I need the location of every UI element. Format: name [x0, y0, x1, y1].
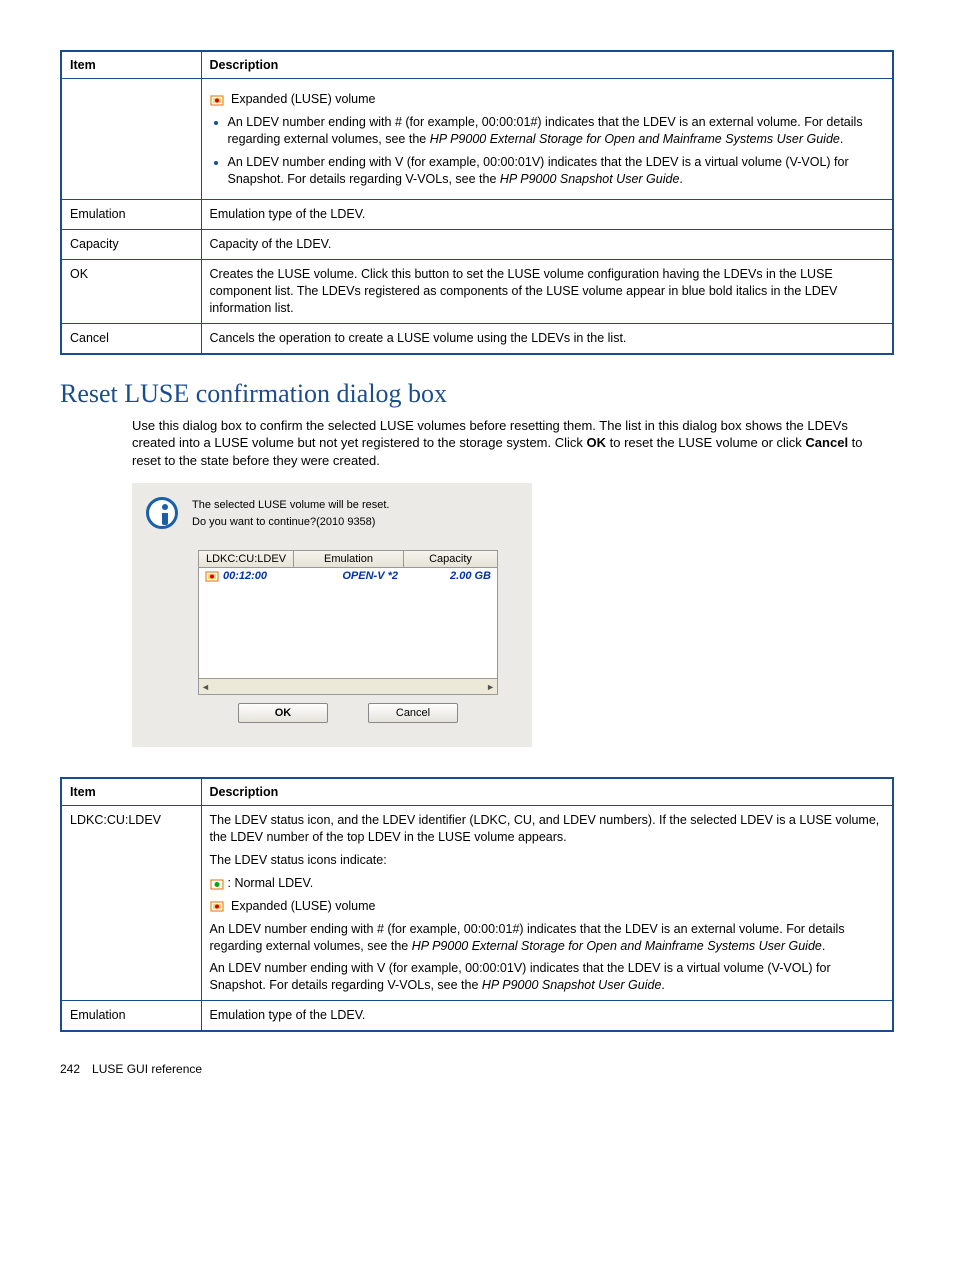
item-emulation: Emulation — [61, 200, 201, 230]
desc-emulation: Emulation type of the LDEV. — [201, 1001, 893, 1031]
item-cancel: Cancel — [61, 323, 201, 353]
expanded-ldev-icon — [210, 94, 224, 106]
expanded-volume-label: Expanded (LUSE) volume — [231, 92, 376, 106]
col-emulation[interactable]: Emulation — [294, 551, 404, 567]
th-item: Item — [61, 51, 201, 79]
expanded-ldev-icon — [205, 570, 219, 582]
reset-luse-dialog: The selected LUSE volume will be reset. … — [132, 483, 532, 747]
item-capacity: Capacity — [61, 230, 201, 260]
table-row: Capacity Capacity of the LDEV. — [61, 230, 893, 260]
th-item: Item — [61, 778, 201, 806]
description-table-2: Item Description LDKC:CU:LDEV The LDEV s… — [60, 777, 894, 1032]
th-desc: Description — [201, 778, 893, 806]
table-row: Cancel Cancels the operation to create a… — [61, 323, 893, 353]
item-emulation: Emulation — [61, 1001, 201, 1031]
table-row: Expanded (LUSE) volume An LDEV number en… — [61, 79, 893, 200]
list-item: An LDEV number ending with V (for exampl… — [228, 154, 885, 188]
bullet-list: An LDEV number ending with # (for exampl… — [210, 114, 885, 188]
item-ldkc: LDKC:CU:LDEV — [61, 806, 201, 1001]
document-page: Item Description Expanded (LUSE) volume … — [0, 0, 954, 1106]
grid-header: LDKC:CU:LDEV Emulation Capacity — [199, 551, 497, 568]
dialog-grid: LDKC:CU:LDEV Emulation Capacity 00:12:00… — [198, 550, 498, 695]
horizontal-scrollbar[interactable]: ◄ ► — [199, 678, 497, 694]
cell-ldev: 00:12:00 — [199, 568, 294, 584]
scroll-right-icon[interactable]: ► — [486, 682, 495, 692]
desc-ldkc: The LDEV status icon, and the LDEV ident… — [201, 806, 893, 1001]
scroll-left-icon[interactable]: ◄ — [201, 682, 210, 692]
table-row: OK Creates the LUSE volume. Click this b… — [61, 260, 893, 324]
desc-ok: Creates the LUSE volume. Click this butt… — [201, 260, 893, 324]
table-row: Emulation Emulation type of the LDEV. — [61, 200, 893, 230]
expanded-ldev-icon — [210, 900, 224, 912]
table-row: LDKC:CU:LDEV The LDEV status icon, and t… — [61, 806, 893, 1001]
col-ldkc[interactable]: LDKC:CU:LDEV — [199, 551, 294, 567]
list-item: An LDEV number ending with # (for exampl… — [228, 114, 885, 148]
th-desc: Description — [201, 51, 893, 79]
ok-button[interactable]: OK — [238, 703, 328, 723]
cancel-button[interactable]: Cancel — [368, 703, 458, 723]
paragraph: An LDEV number ending with # (for exampl… — [210, 921, 885, 955]
desc-capacity: Capacity of the LDEV. — [201, 230, 893, 260]
paragraph: An LDEV number ending with V (for exampl… — [210, 960, 885, 994]
info-icon — [146, 497, 178, 529]
expanded-volume-line: Expanded (LUSE) volume — [210, 898, 885, 915]
col-capacity[interactable]: Capacity — [404, 551, 497, 567]
dialog-message: The selected LUSE volume will be reset. … — [192, 497, 389, 530]
page-footer: 242 LUSE GUI reference — [60, 1062, 894, 1076]
section-heading: Reset LUSE confirmation dialog box — [60, 379, 894, 409]
normal-ldev-icon — [210, 878, 224, 890]
desc-cancel: Cancels the operation to create a LUSE v… — [201, 323, 893, 353]
normal-ldev-line: : Normal LDEV. — [210, 875, 885, 892]
expanded-volume-line: Expanded (LUSE) volume — [210, 91, 885, 108]
desc-emulation: Emulation type of the LDEV. — [201, 200, 893, 230]
grid-body: 00:12:00 OPEN-V *2 2.00 GB — [199, 568, 497, 678]
cell-capacity: 2.00 GB — [404, 568, 497, 584]
section-body: Use this dialog box to confirm the selec… — [132, 417, 894, 470]
item-ok: OK — [61, 260, 201, 324]
cell-emulation: OPEN-V *2 — [294, 568, 404, 584]
description-table-1: Item Description Expanded (LUSE) volume … — [60, 50, 894, 355]
dialog-button-row: OK Cancel — [198, 703, 498, 723]
footer-title: LUSE GUI reference — [92, 1062, 202, 1076]
table-row: Emulation Emulation type of the LDEV. — [61, 1001, 893, 1031]
page-number: 242 — [60, 1062, 80, 1076]
grid-row[interactable]: 00:12:00 OPEN-V *2 2.00 GB — [199, 568, 497, 584]
